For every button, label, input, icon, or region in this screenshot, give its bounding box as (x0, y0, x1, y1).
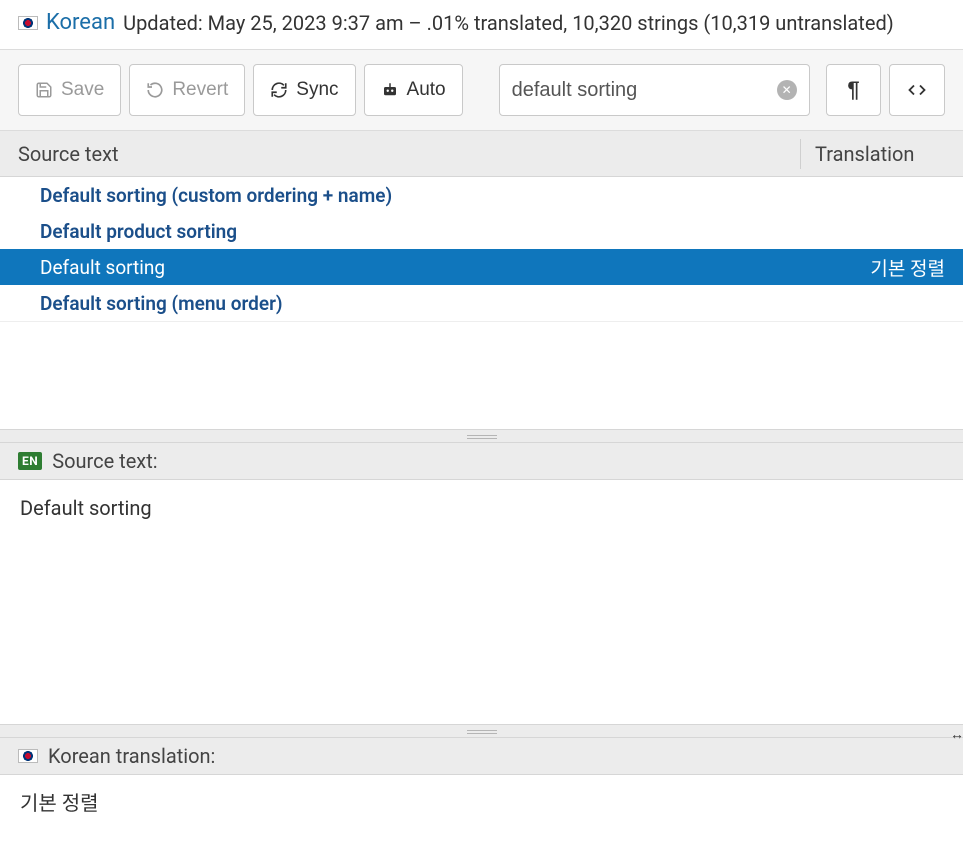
toggle-invisibles-button[interactable]: ¶ (826, 64, 882, 116)
auto-button[interactable]: Auto (364, 64, 463, 116)
robot-icon (381, 81, 399, 99)
auto-label: Auto (407, 79, 446, 101)
clear-search-icon[interactable]: ✕ (777, 80, 797, 100)
save-button[interactable]: Save (18, 64, 121, 116)
string-row[interactable]: Default sorting (menu order) (0, 285, 963, 321)
source-pane-body: Default sorting (0, 480, 963, 724)
row-translation-text: 기본 정렬 (805, 254, 945, 281)
row-source-text: Default product sorting (40, 220, 805, 243)
translation-text-value: 기본 정렬 (20, 791, 99, 815)
locale-name: Korean (46, 10, 115, 35)
column-divider[interactable] (800, 139, 801, 169)
toolbar: Save Revert Sync Auto ✕ ¶ (0, 49, 963, 131)
save-icon (35, 81, 53, 99)
source-lang-badge: EN (18, 452, 42, 470)
row-source-text: Default sorting (40, 256, 805, 279)
translation-pane-label: Korean translation: (48, 744, 215, 768)
search-field[interactable]: ✕ (499, 64, 810, 116)
code-icon (906, 81, 928, 99)
string-row[interactable]: Default sorting (custom ordering + name) (0, 177, 963, 213)
korea-flag-icon (18, 749, 38, 763)
columns-header: Source text Translation (0, 131, 963, 177)
translation-column-label: Translation (815, 142, 945, 166)
string-row[interactable]: Default sorting기본 정렬 (0, 249, 963, 285)
sync-button[interactable]: Sync (253, 64, 355, 116)
sync-icon (270, 81, 288, 99)
row-source-text: Default sorting (menu order) (40, 292, 805, 315)
list-empty-area (0, 321, 963, 429)
source-column-label: Source text (18, 142, 800, 166)
translation-pane-body[interactable]: 기본 정렬 (0, 775, 963, 830)
revert-button[interactable]: Revert (129, 64, 245, 116)
translation-pane-header: Korean translation: (0, 738, 963, 775)
pilcrow-icon: ¶ (847, 77, 859, 103)
resize-handle-icon[interactable]: ↔ (950, 726, 961, 743)
source-pane-label: Source text: (52, 449, 157, 473)
locale-meta: Updated: May 25, 2023 9:37 am – .01% tra… (123, 11, 894, 35)
horizontal-splitter[interactable] (0, 429, 963, 443)
source-pane-header: EN Source text: (0, 443, 963, 480)
korea-flag-icon (18, 16, 38, 30)
search-input[interactable] (512, 79, 777, 102)
locale-header: Korean Updated: May 25, 2023 9:37 am – .… (0, 0, 963, 49)
row-source-text: Default sorting (custom ordering + name) (40, 184, 805, 207)
save-label: Save (61, 79, 104, 101)
horizontal-splitter-2[interactable]: ↔ (0, 724, 963, 738)
sync-label: Sync (296, 79, 338, 101)
revert-label: Revert (172, 79, 228, 101)
source-text-value: Default sorting (20, 496, 152, 520)
strings-list: Default sorting (custom ordering + name)… (0, 177, 963, 321)
string-row[interactable]: Default product sorting (0, 213, 963, 249)
toggle-code-view-button[interactable] (889, 64, 945, 116)
revert-icon (146, 81, 164, 99)
